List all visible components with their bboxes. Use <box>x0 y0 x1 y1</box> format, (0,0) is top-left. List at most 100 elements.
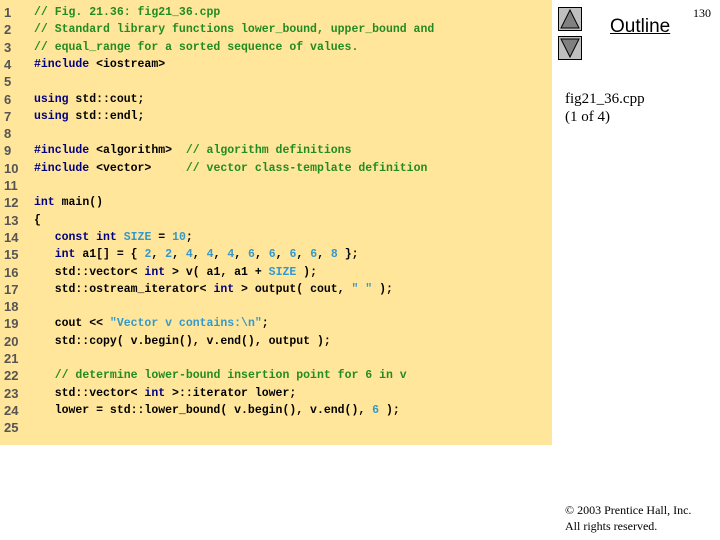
code-text: std::ostream_iterator< <box>34 282 214 296</box>
code-text: , <box>234 248 249 262</box>
line-number: 12 <box>4 195 19 211</box>
code-text: std::vector< <box>34 386 145 400</box>
code-source: using std::cout; <box>34 91 144 108</box>
code-text: std::endl; <box>68 109 145 123</box>
code-panel: 1 // Fig. 21.36: fig21_36.cpp 2 // Standard… <box>0 0 552 445</box>
triangle-down-icon <box>560 38 580 59</box>
code-source: #include <algorithm> // algorithm defini… <box>34 142 351 159</box>
code-comment: // vector class-template definition <box>185 161 428 175</box>
triangle-up-icon <box>560 8 580 29</box>
line-number: 17 <box>4 281 19 297</box>
code-source: std::ostream_iterator< int > output( cou… <box>34 281 393 298</box>
code-source: std::vector< int > v( a1, a1 + SIZE ); <box>34 264 317 281</box>
code-keyword: int <box>213 282 235 296</box>
code-comment: // Fig. 21.36: fig21_36.cpp <box>34 6 221 19</box>
code-source: // determine lower-bound insertion point… <box>34 367 407 384</box>
code-source: int main() <box>34 194 103 211</box>
code-text: , <box>172 248 186 262</box>
code-source: // Standard library functions lower_boun… <box>34 21 434 38</box>
line-number: 15 <box>4 247 19 263</box>
file-part: (1 of 4) <box>565 109 610 125</box>
code-text: , <box>213 248 228 262</box>
code-text: <iostream> <box>89 57 166 71</box>
line-number: 24 <box>4 402 19 418</box>
line-number: 3 <box>4 39 12 55</box>
code-literal: 6 <box>268 248 276 262</box>
line-number: 10 <box>4 160 19 176</box>
line-number: 14 <box>4 229 19 245</box>
code-comment: // Standard library functions lower_boun… <box>34 23 435 37</box>
code-text: = <box>151 230 173 244</box>
code-literal: " " <box>351 282 373 296</box>
file-label: fig21_36.cpp (1 of 4) <box>565 90 645 126</box>
code-literal: SIZE <box>268 265 297 279</box>
line-number: 25 <box>4 420 19 436</box>
code-source: #include <iostream> <box>34 56 165 73</box>
line-number: 5 <box>4 74 12 90</box>
code-keyword: using <box>34 92 69 106</box>
code-source: lower = std::lower_bound( v.begin(), v.e… <box>34 402 400 419</box>
copyright-line-1: © 2003 Prentice Hall, Inc. <box>565 503 692 517</box>
line-number: 16 <box>4 264 19 280</box>
code-text: ); <box>296 265 317 279</box>
code-text: cout << <box>34 317 110 331</box>
line-number: 2 <box>4 22 12 38</box>
code-text: , <box>192 248 207 262</box>
code-literal: SIZE <box>123 230 152 244</box>
code-text: a1[] = { <box>75 248 145 262</box>
code-text: , <box>296 248 311 262</box>
code-keyword: int <box>34 196 55 210</box>
next-slide-button[interactable] <box>558 36 582 60</box>
code-text: , <box>317 248 331 262</box>
code-source: std::vector< int >::iterator lower; <box>34 385 297 402</box>
code-text: std::cout; <box>68 92 145 106</box>
code-source: const int SIZE = 10; <box>34 229 193 246</box>
line-number: 8 <box>4 126 12 142</box>
file-name: fig21_36.cpp <box>565 91 645 107</box>
code-text: , <box>275 248 290 262</box>
code-text: main() <box>54 196 104 210</box>
code-text: ; <box>261 317 269 331</box>
code-literal: "Vector v contains:\n" <box>109 317 262 331</box>
code-keyword: int <box>54 248 76 262</box>
line-number: 21 <box>4 351 19 366</box>
line-number: 23 <box>4 385 19 401</box>
code-keyword: const int <box>54 230 117 244</box>
code-text: std::copy( v.begin(), v.end(), output ); <box>34 334 331 348</box>
code-source: { <box>34 212 41 229</box>
code-text: > output( cout, <box>234 282 352 296</box>
code-text: }; <box>337 248 359 262</box>
code-literal: 10 <box>172 230 186 244</box>
code-text: { <box>34 213 41 227</box>
code-literal: 4 <box>206 248 214 262</box>
code-text: <vector> <box>89 161 186 175</box>
code-literal: 6 <box>248 248 255 262</box>
code-literal: 4 <box>185 248 193 262</box>
code-source: // Fig. 21.36: fig21_36.cpp <box>34 4 220 21</box>
code-comment: // equal_range for a sorted sequence of … <box>34 40 359 54</box>
code-source: int a1[] = { 2, 2, 4, 4, 4, 6, 6, 6, 6, … <box>34 246 359 263</box>
code-comment: // algorithm definitions <box>185 144 352 158</box>
code-source: #include <vector> // vector class-templa… <box>34 160 427 177</box>
code-source: // equal_range for a sorted sequence of … <box>34 39 358 56</box>
line-number: 4 <box>4 56 12 72</box>
previous-slide-button[interactable] <box>558 7 582 31</box>
line-number: 9 <box>4 143 12 159</box>
line-number: 7 <box>4 108 12 124</box>
code-text: <algorithm> <box>89 144 186 158</box>
page-number: 130 <box>693 6 711 20</box>
code-text: , <box>254 248 269 262</box>
line-number: 18 <box>4 299 19 315</box>
outline-link[interactable]: Outline <box>610 16 670 38</box>
copyright: © 2003 Prentice Hall, Inc. All rights re… <box>565 502 691 534</box>
code-keyword: #include <box>34 161 90 175</box>
code-text: lower = std::lower_bound( v.begin(), v.e… <box>34 403 373 417</box>
line-number: 6 <box>4 91 12 107</box>
code-text: std::vector< <box>34 265 145 279</box>
code-keyword: #include <box>34 57 90 71</box>
code-text: ); <box>379 403 400 417</box>
code-text: ; <box>185 230 193 244</box>
